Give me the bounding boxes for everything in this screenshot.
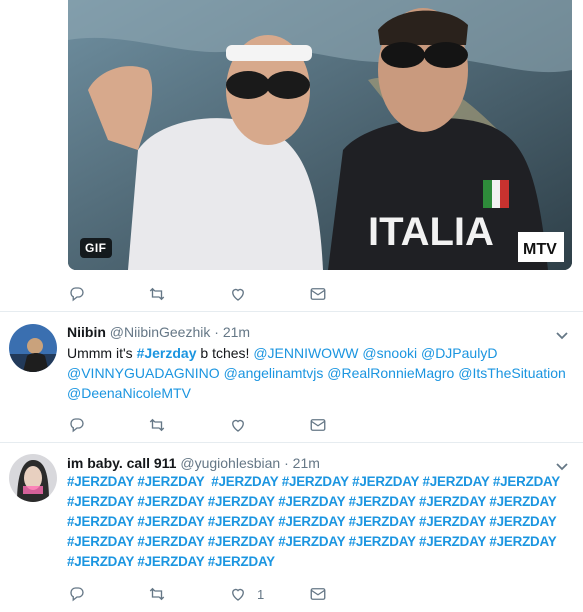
chevron-down-icon[interactable] (555, 328, 569, 342)
display-name[interactable]: im baby. call 911 (67, 455, 176, 471)
retweet-button[interactable] (148, 283, 166, 305)
mention-link[interactable]: @JENNIWOWW (253, 345, 358, 361)
envelope-icon (310, 288, 326, 300)
like-button[interactable] (229, 414, 247, 436)
envelope-icon (310, 419, 326, 431)
mtv-watermark: MTV (523, 241, 557, 258)
separator-dot: · (214, 324, 219, 340)
avatar[interactable] (9, 324, 57, 372)
mention-link[interactable]: @DeenaNicoleMTV (67, 385, 191, 401)
timestamp[interactable]: 21m (293, 455, 320, 471)
separator-dot: · (284, 455, 289, 471)
dm-button[interactable] (309, 414, 327, 436)
tweet-header: Niibin @NiibinGeezhik · 21m (67, 324, 250, 340)
dm-button[interactable] (309, 283, 327, 305)
mention-link[interactable]: @snooki (362, 345, 417, 361)
reply-button[interactable] (68, 583, 86, 605)
gif-media[interactable]: ITALIA MTV GIF (68, 0, 572, 270)
action-bar (68, 414, 368, 436)
tweet-header: im baby. call 911 @yugiohlesbian · 21m (67, 455, 320, 471)
action-bar: 1 (68, 583, 368, 605)
like-button[interactable] (229, 283, 247, 305)
tweet[interactable]: im baby. call 911 @yugiohlesbian · 21m #… (0, 443, 583, 612)
avatar[interactable] (9, 454, 57, 502)
text-prefix: Ummm it's (67, 345, 137, 361)
like-button[interactable]: 1 (229, 583, 264, 605)
gif-badge: GIF (80, 238, 112, 258)
text-mid: b tches! (196, 345, 254, 361)
dm-button[interactable] (309, 583, 327, 605)
hashtag-link[interactable]: #Jerzday (137, 345, 197, 361)
chevron-down-icon[interactable] (555, 459, 569, 473)
reply-icon (70, 418, 84, 433)
retweet-icon (149, 587, 165, 601)
mention-link[interactable]: @RealRonnieMagro (327, 365, 454, 381)
heart-icon (232, 288, 244, 301)
retweet-icon (149, 287, 165, 301)
gif-frame-illustration: ITALIA MTV (68, 0, 572, 270)
like-count: 1 (257, 586, 265, 602)
shirt-text: ITALIA (368, 210, 494, 254)
mention-link[interactable]: @DJPaulyD (421, 345, 497, 361)
retweet-icon (149, 418, 165, 432)
hashtag-line[interactable]: #JERZDAY #JERZDAY #JERZDAY #JERZDAY #JER… (67, 472, 572, 492)
heart-icon (232, 419, 244, 432)
reply-icon (70, 587, 84, 602)
heart-icon (232, 588, 244, 601)
tweet[interactable]: Niibin @NiibinGeezhik · 21m Ummm it's #J… (0, 312, 583, 442)
action-bar (68, 283, 368, 305)
envelope-icon (310, 588, 326, 600)
hashtag-line[interactable]: #JERZDAY #JERZDAY #JERZDAY #JERZDAY #JER… (67, 492, 572, 512)
user-handle[interactable]: @NiibinGeezhik (110, 324, 211, 340)
hashtag-line[interactable]: #JERZDAY #JERZDAY #JERZDAY (67, 552, 572, 572)
mention-link[interactable]: @angelinamtvjs (224, 365, 324, 381)
retweet-button[interactable] (148, 583, 166, 605)
mention-link[interactable]: @ItsTheSituation (458, 365, 566, 381)
display-name[interactable]: Niibin (67, 324, 106, 340)
retweet-button[interactable] (148, 414, 166, 436)
tweet-text[interactable]: #JERZDAY #JERZDAY #JERZDAY #JERZDAY #JER… (67, 472, 572, 572)
reply-icon (70, 287, 84, 302)
reply-button[interactable] (68, 414, 86, 436)
tweet-text: Ummm it's #Jerzday b tches! @JENNIWOWW @… (67, 343, 572, 403)
user-handle[interactable]: @yugiohlesbian (180, 455, 280, 471)
mention-link[interactable]: @VINNYGUADAGNINO (67, 365, 220, 381)
hashtag-line[interactable]: #JERZDAY #JERZDAY #JERZDAY #JERZDAY #JER… (67, 532, 572, 552)
timestamp[interactable]: 21m (223, 324, 250, 340)
reply-button[interactable] (68, 283, 86, 305)
hashtag-line[interactable]: #JERZDAY #JERZDAY #JERZDAY #JERZDAY #JER… (67, 512, 572, 532)
